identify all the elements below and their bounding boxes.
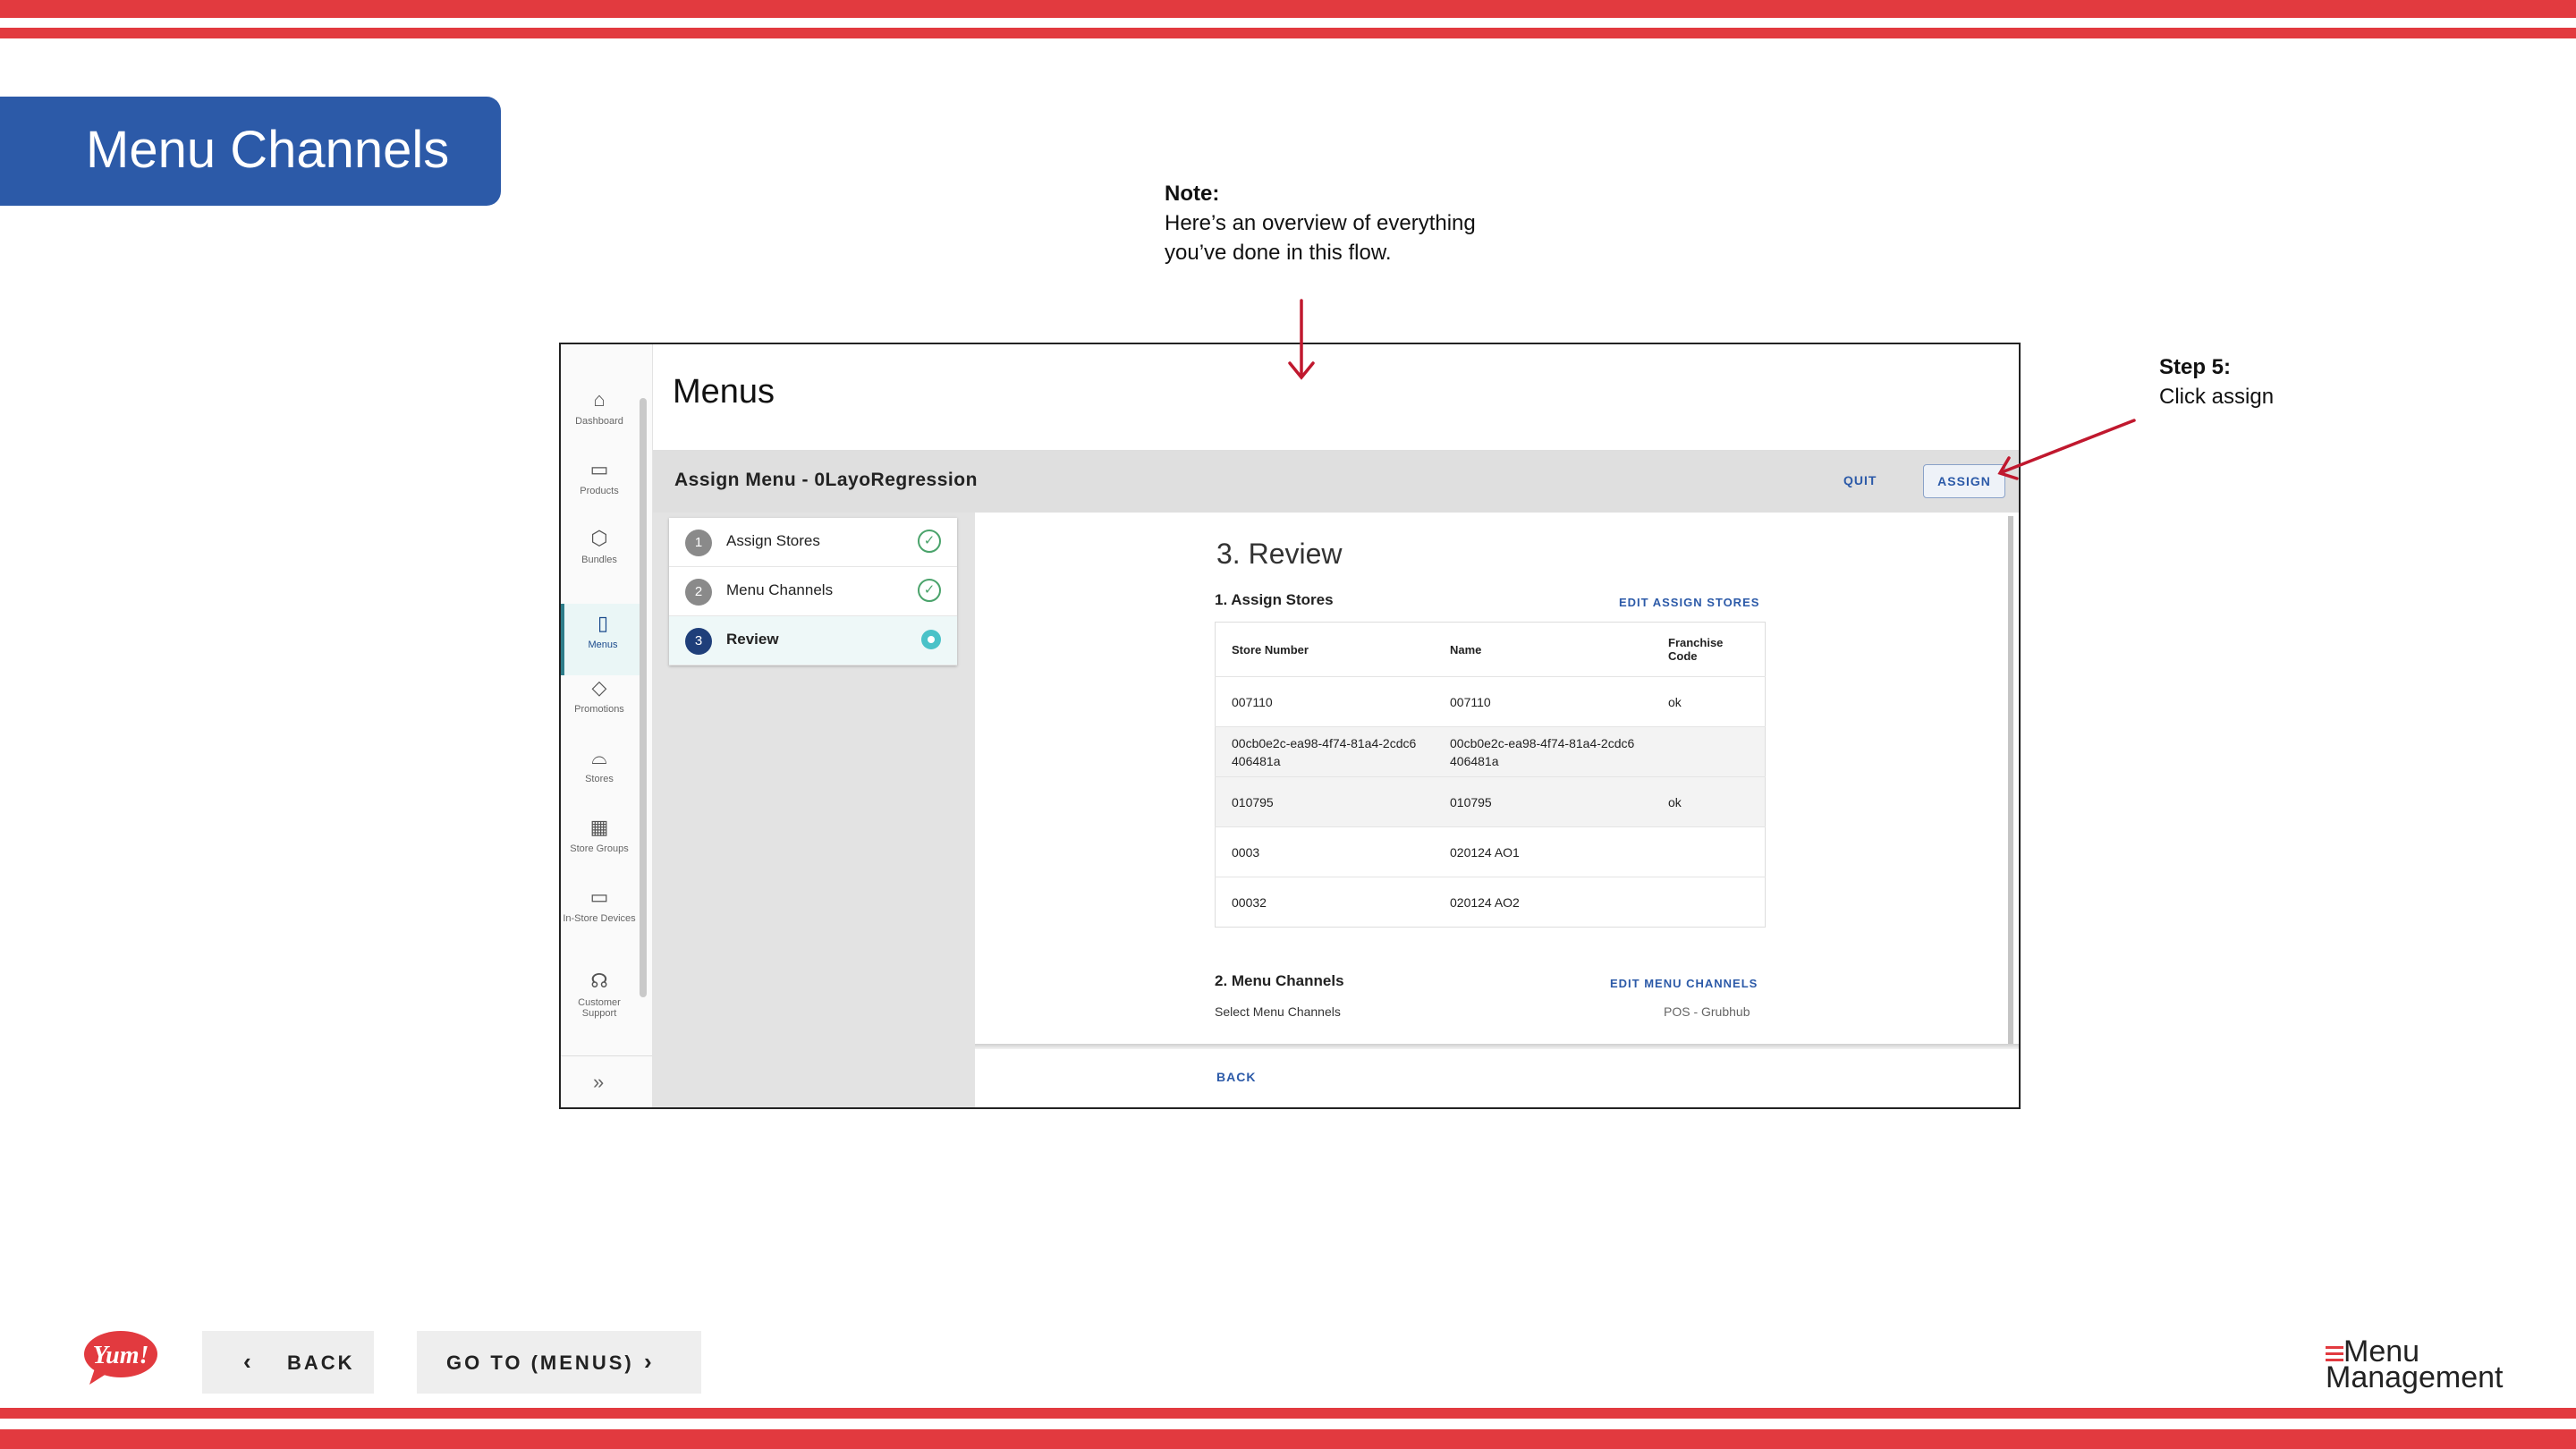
annotation-arrows [1288, 299, 2136, 480]
footer-back-button[interactable]: ‹ BACK [202, 1331, 374, 1394]
menu-management-logo: Menu Management [2326, 1336, 2503, 1393]
footer-back-label: BACK [287, 1352, 355, 1374]
bottom-stripe-2 [0, 1429, 2576, 1449]
yum-logo: Yum! [82, 1329, 159, 1385]
svg-text:Yum!: Yum! [93, 1342, 149, 1369]
chevron-left-icon: ‹ [243, 1348, 254, 1375]
chevron-right-icon: › [644, 1348, 655, 1375]
brand-line-2: Management [2326, 1360, 2504, 1394]
note-arrow [1288, 299, 1315, 380]
step-arrow [1997, 419, 2136, 480]
go-to-menus-label: GO TO (MENUS) [446, 1352, 634, 1374]
go-to-menus-button[interactable]: GO TO (MENUS) › [417, 1331, 701, 1394]
bottom-stripe-1 [0, 1408, 2576, 1419]
